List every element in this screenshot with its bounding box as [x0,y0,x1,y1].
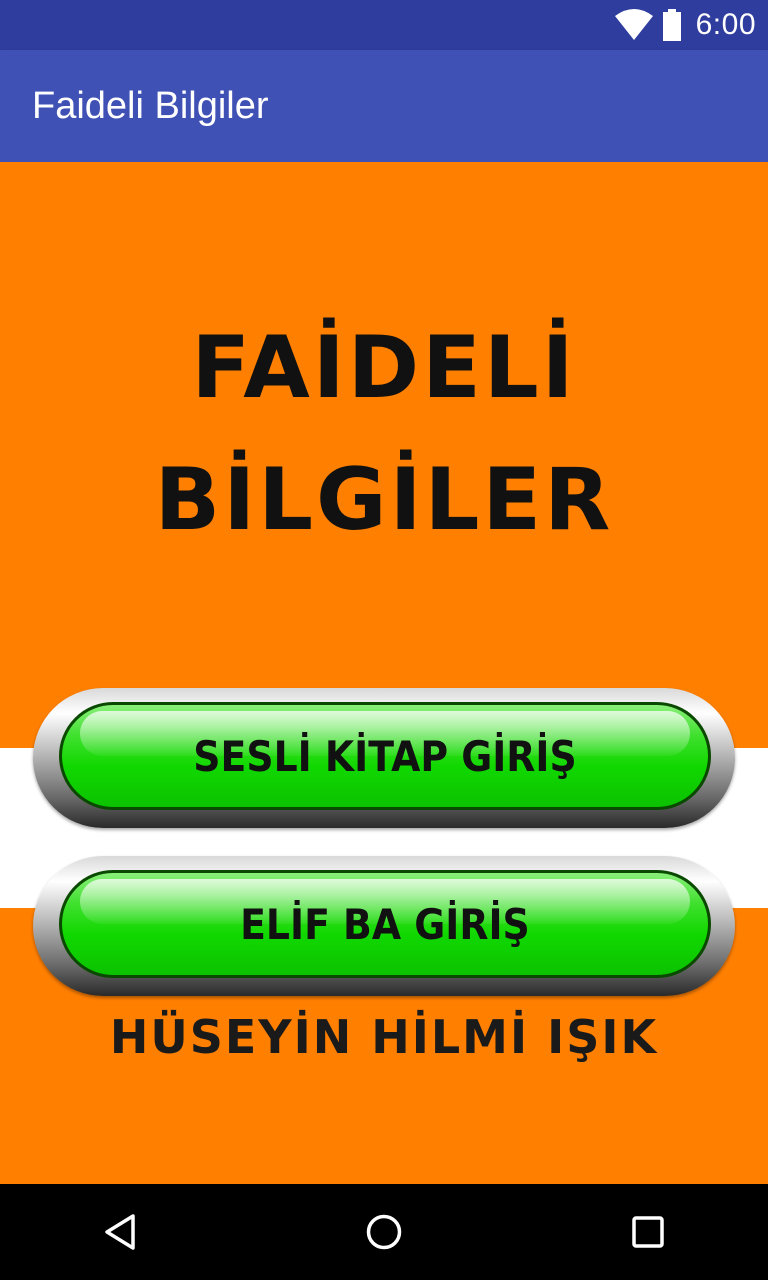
elif-ba-button[interactable]: ELİF BA GİRİŞ [33,856,735,996]
sesli-kitap-button-face[interactable]: SESLİ KİTAP GİRİŞ [59,702,711,810]
elif-ba-button-face[interactable]: ELİF BA GİRİŞ [59,870,711,978]
home-icon[interactable] [364,1212,404,1252]
back-icon[interactable] [100,1212,140,1252]
wifi-icon [614,9,653,40]
navigation-bar [0,1184,768,1280]
elif-ba-button-label: ELİF BA GİRİŞ [240,899,530,949]
phone-screen: 6:00 Faideli Bilgiler FAİDELİ BİLGİLER S… [0,0,768,1280]
status-bar: 6:00 [0,0,768,50]
logo-title-line-2: BİLGİLER [154,450,614,550]
battery-icon [662,9,681,41]
sesli-kitap-button-label: SESLİ KİTAP GİRİŞ [193,731,577,781]
app-title: Faideli Bilgiler [32,84,269,127]
author-name: HÜSEYİN HİLMİ IŞIK [109,1010,659,1064]
status-time: 6:00 [695,8,756,41]
app-bar: Faideli Bilgiler [0,50,768,162]
recent-apps-icon[interactable] [628,1212,668,1252]
logo-title-line-1: FAİDELİ [191,318,577,418]
main-content: FAİDELİ BİLGİLER SESLİ KİTAP GİRİŞ ELİF … [0,162,768,1184]
app-logo-title: FAİDELİ BİLGİLER [0,302,768,566]
sesli-kitap-button[interactable]: SESLİ KİTAP GİRİŞ [33,688,735,828]
